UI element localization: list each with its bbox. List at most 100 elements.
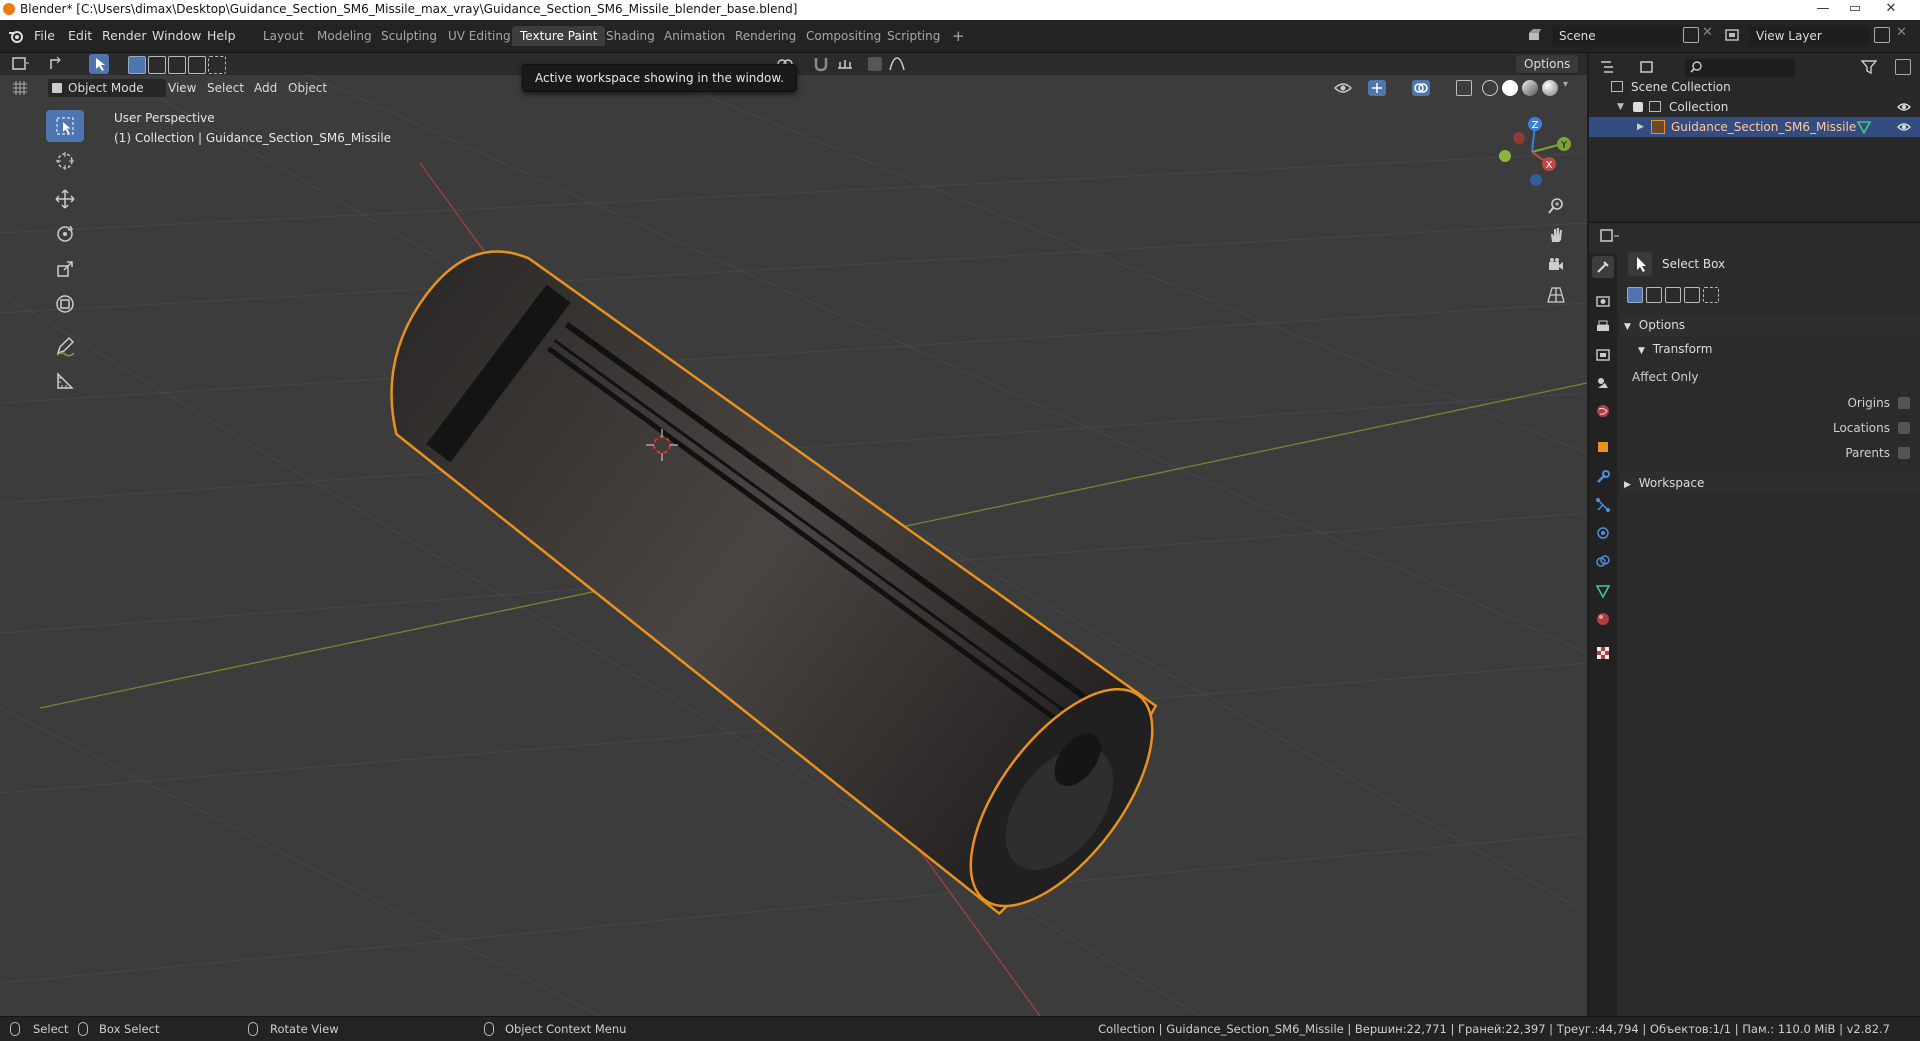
origins-option[interactable]: Origins [1620,392,1916,414]
locations-checkbox[interactable] [1898,422,1910,434]
new-collection-icon[interactable] [1895,59,1911,75]
physics-tab[interactable] [1592,522,1614,544]
maximize-button[interactable]: ▭ [1840,0,1870,20]
snap-increment-icon[interactable] [836,56,854,72]
origins-checkbox[interactable] [1898,397,1910,409]
output-tab[interactable] [1592,316,1614,338]
measure-tool[interactable] [46,365,84,397]
visibility-eye-icon[interactable] [1334,80,1352,96]
tab-compositing[interactable]: Compositing [798,26,889,46]
constraints-tab[interactable] [1592,550,1614,572]
missile-object[interactable] [336,206,1187,937]
select-mode-extend-icon[interactable] [148,56,166,74]
outliner-row-missile[interactable]: ▶ Guidance_Section_SM6_Missile [1589,117,1920,137]
tool-mode-subtract-icon[interactable] [1665,287,1681,303]
tool-tab[interactable] [1592,256,1614,278]
view-layer-selector[interactable]: View Layer [1750,27,1870,45]
overlays-toggle-icon[interactable] [1412,80,1430,96]
select-mode-invert-icon[interactable] [188,56,206,74]
tab-texture-paint[interactable]: Texture Paint [512,26,606,46]
menu-help[interactable]: Help [207,28,236,43]
select-mode-intersect-icon[interactable] [208,56,226,74]
filter-icon[interactable] [1860,59,1878,75]
proportional-edit-icon[interactable] [868,57,882,71]
scene-tab[interactable] [1592,372,1614,394]
shading-options-chevron-icon[interactable]: ▾ [1563,79,1568,90]
cursor-tool[interactable] [46,145,84,177]
tool-mode-extend-icon[interactable] [1646,287,1662,303]
tab-shading[interactable]: Shading [598,26,663,46]
tab-rendering[interactable]: Rendering [727,26,804,46]
parents-option[interactable]: Parents [1620,442,1916,464]
texture-tab[interactable] [1592,642,1614,664]
falloff-curve-icon[interactable] [888,56,906,72]
editor-type-icon[interactable] [12,56,30,72]
object-tab[interactable] [1592,436,1614,458]
menu-add[interactable]: Add [254,79,277,97]
particles-tab[interactable] [1592,494,1614,516]
tool-mode-intersect-icon[interactable] [1703,287,1719,303]
gizmo-toggle-icon[interactable] [1368,80,1386,96]
menu-window[interactable]: Window [152,28,201,43]
tab-layout[interactable]: Layout [255,26,312,46]
object-mode-dropdown[interactable]: Object Mode [48,79,166,97]
scene-selector[interactable]: Scene [1553,27,1681,45]
gizmo-neg-y-axis[interactable] [1499,150,1511,162]
blender-menu-icon[interactable] [8,28,24,44]
gizmo-neg-x-axis[interactable] [1513,132,1525,144]
tool-mode-new-icon[interactable] [1627,287,1643,303]
collection-checkbox-icon[interactable] [1633,102,1643,112]
wireframe-shading-icon[interactable] [1482,80,1498,96]
menu-edit[interactable]: Edit [68,28,92,43]
select-mode-new-icon[interactable] [128,56,146,74]
move-tool[interactable] [46,183,84,215]
new-scene-icon[interactable] [1683,27,1699,43]
display-mode-icon[interactable] [1639,59,1657,75]
zoom-view-button[interactable] [1543,193,1569,219]
properties-editor-type-icon[interactable] [1599,227,1621,245]
select-box-tool[interactable] [46,110,84,142]
expand-collection-icon[interactable]: ▼ [1617,97,1624,117]
annotate-tool[interactable] [46,330,84,362]
perspective-toggle-button[interactable] [1543,282,1569,308]
options-dropdown[interactable]: Options [1516,55,1579,73]
view-layer-tab[interactable] [1592,344,1614,366]
pan-view-button[interactable] [1543,222,1569,248]
rotate-tool[interactable] [46,218,84,250]
select-mode-subtract-icon[interactable] [168,56,186,74]
material-shading-icon[interactable] [1522,80,1538,96]
outliner-editor-type-icon[interactable] [1599,59,1617,75]
options-panel-header[interactable]: ▼ Options [1620,314,1920,336]
camera-view-button[interactable] [1543,252,1569,278]
transform-pivot-icon[interactable] [48,56,66,72]
tab-sculpting[interactable]: Sculpting [373,26,445,46]
material-tab[interactable] [1592,608,1614,630]
transform-tool[interactable] [46,288,84,320]
gizmo-neg-z-axis[interactable] [1530,174,1542,186]
menu-render[interactable]: Render [102,28,147,43]
menu-view[interactable]: View [168,79,196,97]
view-layer-icon[interactable] [1724,27,1740,43]
3d-viewport[interactable] [0,53,1587,1016]
snap-magnet-icon[interactable] [812,56,830,72]
object-data-tab[interactable] [1592,580,1614,602]
rendered-shading-icon[interactable] [1542,80,1558,96]
tab-animation[interactable]: Animation [656,26,733,46]
transform-subpanel-header[interactable]: ▼ Transform [1620,338,1920,360]
new-view-layer-icon[interactable] [1874,27,1890,43]
navigation-gizmo[interactable]: Z Y X [1492,112,1572,192]
menu-select[interactable]: Select [207,79,244,97]
tab-uv-editing[interactable]: UV Editing [440,26,519,46]
close-window-button[interactable]: ✕ [1876,0,1906,20]
locations-option[interactable]: Locations [1620,417,1916,439]
active-tool-icon[interactable] [1628,252,1652,276]
editor-type-grid-icon[interactable] [12,80,28,96]
modifiers-tab[interactable] [1592,466,1614,488]
render-tab[interactable] [1592,290,1614,312]
tab-scripting[interactable]: Scripting [879,26,948,46]
parents-checkbox[interactable] [1898,447,1910,459]
xray-toggle-icon[interactable] [1456,80,1472,96]
solid-shading-icon[interactable] [1502,80,1518,96]
add-workspace-button[interactable]: + [944,26,973,46]
scale-tool[interactable] [46,253,84,285]
